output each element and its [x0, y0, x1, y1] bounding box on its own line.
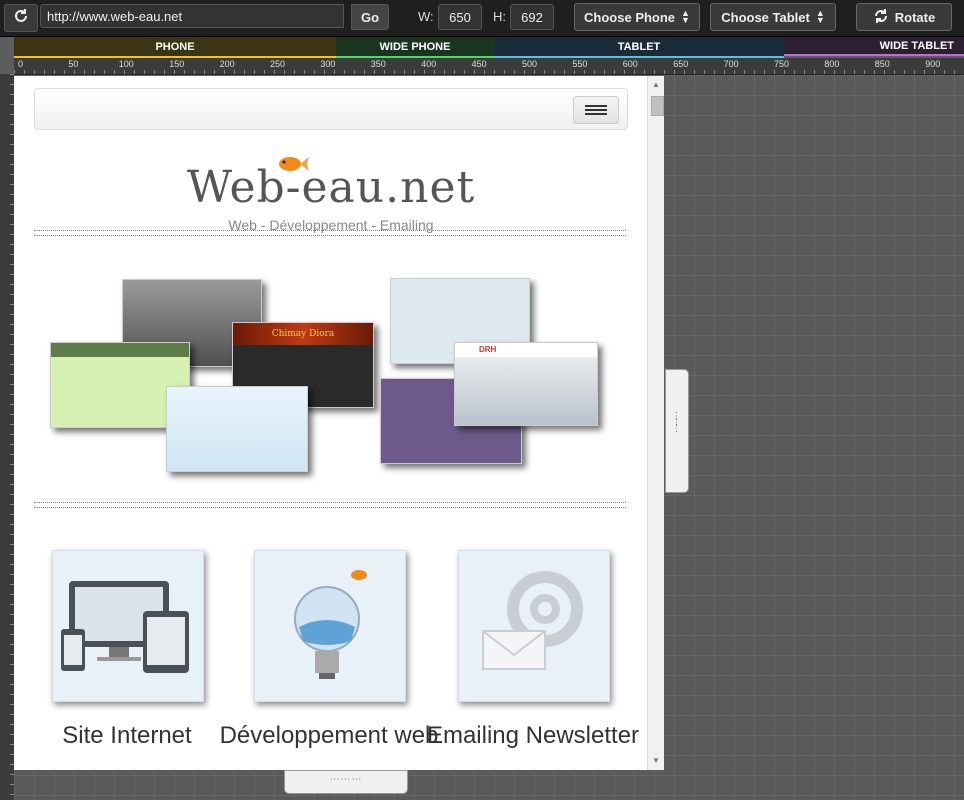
- sort-icon: ▲ ▼: [815, 8, 825, 25]
- ruler-tick-label: 500: [522, 59, 538, 69]
- site-logo[interactable]: Web-eau.net: [14, 162, 648, 213]
- ruler-tick-label: 800: [824, 59, 840, 69]
- go-button[interactable]: Go: [351, 4, 389, 30]
- resize-height-handle[interactable]: ⋯⋯⋯: [284, 770, 408, 794]
- divider: [34, 230, 626, 236]
- ruler-tick-label: 550: [572, 59, 588, 69]
- ruler-tick-label: 450: [471, 59, 487, 69]
- ruler-tick-label: 200: [219, 59, 235, 69]
- sort-icon: ▲ ▼: [681, 8, 690, 25]
- refresh-icon: [13, 8, 29, 29]
- breakpoint-phone[interactable]: PHONE: [14, 37, 336, 58]
- rotate-button[interactable]: Rotate: [856, 3, 952, 31]
- ruler-tick-label: 900: [925, 59, 941, 69]
- thumb-title: DRH: [455, 343, 597, 357]
- device-viewport[interactable]: Web-eau.net Web - Développement - Emaili…: [14, 76, 664, 770]
- width-input[interactable]: [438, 4, 482, 30]
- menu-icon: [585, 105, 607, 107]
- breakpoint-bar: PHONE WIDE PHONE TABLET WIDE TABLET: [14, 37, 964, 58]
- breakpoint-wide-phone[interactable]: WIDE PHONE: [336, 37, 494, 58]
- rotate-icon: [873, 8, 889, 27]
- ruler-tick-label: 250: [270, 59, 286, 69]
- service-label-emailing-newsletter[interactable]: Emailing Newsletter: [423, 722, 643, 750]
- height-label: H:: [493, 9, 506, 24]
- ruler-tick-label: 100: [118, 59, 134, 69]
- width-label: W:: [418, 9, 434, 24]
- horizontal-ruler: 0 50 100 150 200 250 300 350 400 450 500 550 600 650 7…: [14, 58, 964, 75]
- menu-icon: [585, 113, 607, 115]
- url-input[interactable]: [40, 4, 344, 28]
- choose-phone-button[interactable]: Choose Phone ▲ ▼: [574, 3, 700, 31]
- scroll-down-icon[interactable]: ▼: [652, 756, 660, 765]
- ruler-tick-label: 150: [169, 59, 185, 69]
- height-input[interactable]: [510, 4, 554, 30]
- service-site-internet-image[interactable]: [52, 550, 204, 702]
- ruler-tick-label: 750: [774, 59, 790, 69]
- toolbar: Go W: H: Choose Phone ▲▼ Choose Tablet ▲…: [0, 0, 964, 37]
- ruler-tick-label: 600: [622, 59, 638, 69]
- service-developpement-web-image[interactable]: [254, 550, 406, 702]
- scroll-up-icon[interactable]: ▲: [652, 80, 660, 89]
- ruler-tick-label: 850: [874, 59, 890, 69]
- choose-tablet-button[interactable]: Choose Tablet ▲ ▼: [710, 3, 836, 31]
- portfolio-thumb: [166, 386, 308, 472]
- ruler-tick-label: 50: [68, 59, 79, 69]
- divider: [34, 502, 626, 508]
- grip-icon: ⋯⋯⋯: [329, 774, 363, 785]
- service-label-developpement-web[interactable]: Développement web: [219, 722, 439, 750]
- ruler-tick-label: 650: [673, 59, 689, 69]
- grip-icon: ⋮ ⋮ ⋮: [671, 411, 683, 434]
- scrollbar-thumb[interactable]: [651, 96, 664, 116]
- ruler-tick-label: 0: [18, 59, 24, 69]
- ruler-tick-label: 350: [370, 59, 386, 69]
- thumb-title: Chimay Diora: [233, 323, 373, 345]
- devices-icon: [61, 581, 189, 673]
- ruler-tick-label: 400: [421, 59, 437, 69]
- thumb-header: [51, 343, 189, 357]
- viewport-scrollbar[interactable]: ▲ ▼: [647, 76, 664, 770]
- lightbulb-icon: [294, 570, 367, 679]
- resize-width-handle[interactable]: ⋮ ⋮ ⋮: [665, 369, 689, 493]
- site-navbar: [34, 88, 628, 130]
- email-icon: [482, 571, 583, 670]
- breakpoint-wide-tablet[interactable]: WIDE TABLET: [784, 37, 964, 56]
- breakpoint-tablet[interactable]: TABLET: [494, 37, 784, 58]
- service-emailing-newsletter-image[interactable]: [458, 550, 610, 702]
- portfolio-thumb: DRH: [454, 342, 598, 426]
- service-label-site-internet[interactable]: Site Internet: [17, 722, 237, 750]
- choose-phone-label: Choose Phone: [584, 9, 676, 25]
- vertical-ruler: [0, 74, 14, 800]
- ruler-tick-label: 300: [320, 59, 336, 69]
- ruler-tick-label: 700: [723, 59, 739, 69]
- menu-icon: [585, 109, 607, 111]
- rotate-label: Rotate: [894, 9, 936, 25]
- choose-tablet-label: Choose Tablet: [721, 9, 810, 25]
- refresh-button[interactable]: [4, 4, 38, 32]
- menu-toggle-button[interactable]: [573, 96, 619, 124]
